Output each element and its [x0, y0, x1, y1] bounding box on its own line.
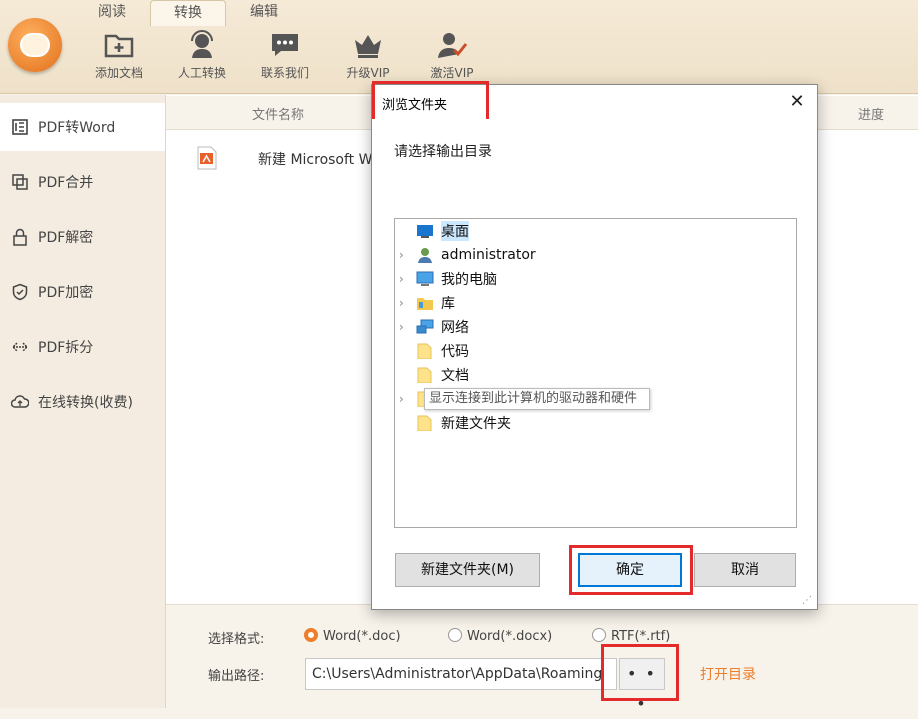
activate-vip-label: 激活VIP: [430, 66, 474, 80]
computer-icon: [415, 270, 435, 288]
unlock-icon: [10, 227, 30, 247]
headset-person-icon: [186, 30, 218, 60]
tooltip: 显示连接到此计算机的驱动器和硬件: [424, 388, 650, 410]
format-option-label: Word(*.docx): [467, 629, 553, 644]
file-name: 新建 Microsoft W: [258, 152, 373, 168]
sidebar-item-pdf-to-word[interactable]: PDF转Word: [0, 103, 165, 151]
tab-convert[interactable]: 转换: [150, 0, 226, 26]
split-icon: [10, 337, 30, 357]
sidebar-item-label: PDF加密: [38, 285, 94, 301]
sidebar-item-label: PDF拆分: [38, 340, 94, 356]
tree-item-label: 文档: [441, 368, 469, 384]
tree-item-desktop[interactable]: 桌面: [395, 219, 795, 243]
folder-tree[interactable]: 桌面 › administrator › 我的电脑 › 库 › 网络 代码 文档…: [394, 218, 797, 528]
column-file-name: 文件名称: [252, 108, 305, 123]
tree-item-label: 库: [441, 296, 455, 312]
tree-item-new-folder[interactable]: 新建文件夹: [395, 411, 795, 435]
sidebar-item-label: PDF解密: [38, 230, 94, 246]
format-option-docx[interactable]: Word(*.docx): [448, 628, 552, 644]
format-option-label: Word(*.doc): [323, 629, 401, 644]
cloud-icon: [10, 392, 30, 412]
format-option-doc[interactable]: Word(*.doc): [304, 628, 401, 644]
chevron-right-icon[interactable]: ›: [399, 248, 411, 262]
output-path-input[interactable]: C:\Users\Administrator\AppData\Roaming: [305, 658, 617, 690]
pdf-file-icon: [196, 146, 218, 170]
tree-item-code[interactable]: 代码: [395, 339, 795, 363]
sidebar-item-label: PDF转Word: [38, 120, 116, 136]
chat-bubble-icon: [269, 30, 301, 60]
activate-vip-button[interactable]: 激活VIP: [417, 30, 487, 81]
logo-mark: [20, 33, 50, 57]
tree-item-my-computer[interactable]: › 我的电脑: [395, 267, 795, 291]
tree-item-documents[interactable]: 文档: [395, 363, 795, 387]
tab-edit[interactable]: 编辑: [226, 0, 302, 26]
open-directory-link[interactable]: 打开目录: [700, 664, 756, 684]
sidebar-item-pdf-split[interactable]: PDF拆分: [0, 323, 165, 371]
column-progress: 进度: [858, 108, 885, 123]
chevron-right-icon[interactable]: ›: [399, 320, 411, 334]
resize-grip-icon[interactable]: ⋰: [802, 595, 816, 609]
format-label: 选择格式:: [208, 632, 265, 647]
tree-item-label: 网络: [441, 320, 469, 336]
tree-item-label: 新建文件夹: [441, 416, 511, 432]
add-document-label: 添加文档: [94, 66, 143, 80]
close-icon[interactable]: ✕: [786, 91, 808, 113]
ok-button[interactable]: 确定: [578, 553, 682, 587]
dialog-prompt: 请选择输出目录: [394, 144, 492, 160]
sidebar-item-label: 在线转换(收费): [38, 395, 133, 411]
tree-item-label: 代码: [441, 344, 469, 360]
contact-us-label: 联系我们: [260, 66, 309, 80]
folder-icon: [415, 366, 435, 384]
add-document-button[interactable]: 添加文档: [84, 30, 154, 81]
sidebar-item-pdf-merge[interactable]: PDF合并: [0, 158, 165, 206]
cancel-button[interactable]: 取消: [694, 553, 796, 587]
library-icon: [415, 294, 435, 312]
dialog-title-bar[interactable]: 浏览文件夹 ✕: [372, 85, 817, 119]
format-option-label: RTF(*.rtf): [611, 629, 671, 644]
tree-item-library[interactable]: › 库: [395, 291, 795, 315]
pdf-word-icon: [10, 117, 30, 137]
sidebar-item-online-convert[interactable]: 在线转换(收费): [0, 378, 165, 426]
tab-read[interactable]: 阅读: [74, 0, 150, 26]
output-path-label: 输出路径:: [208, 669, 265, 684]
shield-icon: [10, 282, 30, 302]
chevron-right-icon[interactable]: ›: [399, 272, 411, 286]
browse-folder-dialog: 浏览文件夹 ✕ 请选择输出目录 桌面 › administrator › 我的电…: [371, 81, 818, 610]
manual-convert-button[interactable]: 人工转换: [167, 30, 237, 81]
person-check-icon: [436, 30, 468, 60]
new-folder-button[interactable]: 新建文件夹(M): [395, 553, 540, 587]
user-icon: [415, 246, 435, 264]
folder-add-icon: [103, 30, 135, 60]
tree-item-label: 桌面: [441, 221, 469, 241]
chevron-right-icon[interactable]: ›: [399, 296, 411, 310]
tree-item-administrator[interactable]: › administrator: [395, 243, 795, 267]
contact-us-button[interactable]: 联系我们: [250, 30, 320, 81]
merge-icon: [10, 172, 30, 192]
radio-icon: [592, 628, 606, 642]
radio-selected-icon: [304, 628, 318, 642]
tree-item-network[interactable]: › 网络: [395, 315, 795, 339]
tree-item-label: administrator: [441, 247, 536, 263]
sidebar-item-pdf-encrypt[interactable]: PDF加密: [0, 268, 165, 316]
radio-icon: [448, 628, 462, 642]
app-logo: [8, 18, 62, 72]
sidebar-item-pdf-decrypt[interactable]: PDF解密: [0, 213, 165, 261]
crown-icon: [352, 30, 384, 60]
output-options-panel: [166, 604, 918, 708]
tree-item-label: 我的电脑: [441, 272, 497, 288]
network-icon: [415, 318, 435, 336]
chevron-right-icon[interactable]: ›: [399, 392, 411, 406]
manual-convert-label: 人工转换: [177, 66, 226, 80]
browse-button[interactable]: • • •: [619, 658, 665, 713]
upgrade-vip-button[interactable]: 升级VIP: [333, 30, 403, 81]
desktop-icon: [415, 222, 435, 240]
upgrade-vip-label: 升级VIP: [346, 66, 390, 80]
dialog-title: 浏览文件夹: [382, 98, 448, 113]
format-option-rtf[interactable]: RTF(*.rtf): [592, 628, 670, 644]
folder-icon: [415, 342, 435, 360]
folder-icon: [415, 414, 435, 432]
sidebar-item-label: PDF合并: [38, 175, 94, 191]
